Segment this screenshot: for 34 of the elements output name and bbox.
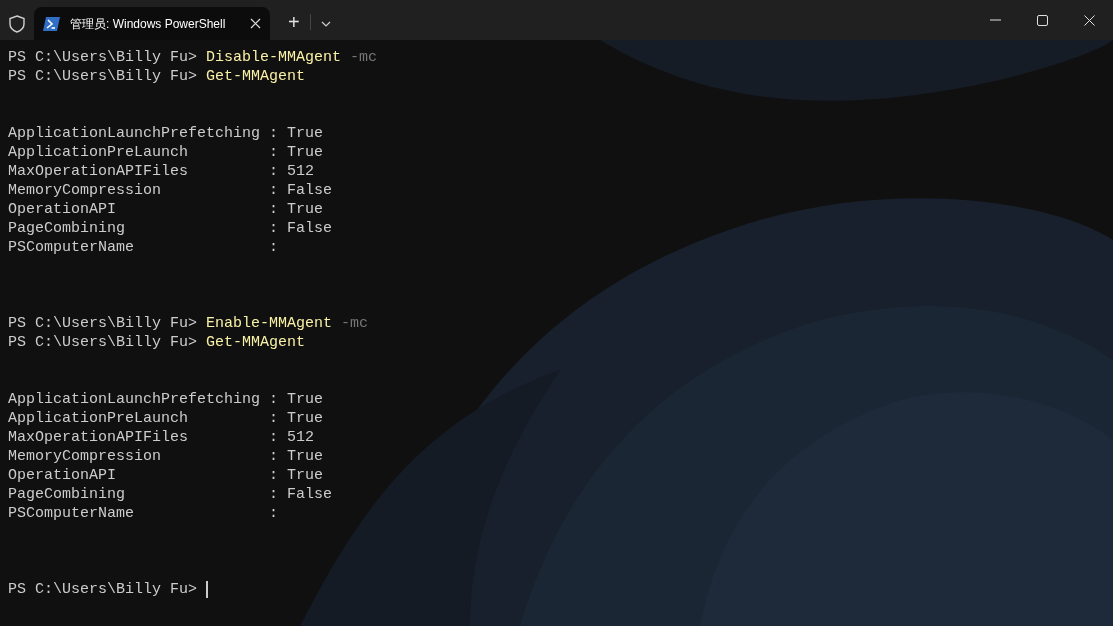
output-text: ApplicationPreLaunch : True	[8, 409, 324, 428]
new-tab-button[interactable]: +	[284, 12, 304, 32]
output-text: PageCombining : False	[8, 485, 333, 504]
output-text: ApplicationPreLaunch : True	[8, 143, 324, 162]
output-text: MemoryCompression : False	[8, 181, 333, 200]
prompt-text: PS C:\Users\Billy Fu>	[8, 67, 198, 86]
command-text: Get-MMAgent	[206, 333, 306, 352]
output-text: ApplicationLaunchPrefetching : True	[8, 390, 324, 409]
prompt-text: PS C:\Users\Billy Fu>	[8, 48, 198, 67]
terminal-tab[interactable]: 管理员: Windows PowerShell	[34, 7, 270, 40]
output-text: ApplicationLaunchPrefetching : True	[8, 124, 324, 143]
output-text: PSComputerName :	[8, 238, 279, 257]
parameter-text: -mc	[341, 314, 369, 333]
output-text: MaxOperationAPIFiles : 512	[8, 428, 315, 447]
output-text: MemoryCompression : True	[8, 447, 324, 466]
shield-icon[interactable]	[9, 15, 25, 33]
chevron-down-icon[interactable]	[320, 21, 331, 27]
command-text: Get-MMAgent	[206, 67, 306, 86]
maximize-icon[interactable]	[1037, 14, 1048, 26]
close-icon[interactable]	[250, 18, 261, 29]
prompt-text: PS C:\Users\Billy Fu>	[8, 314, 198, 333]
command-text: Disable-MMAgent	[206, 48, 342, 67]
output-text: MaxOperationAPIFiles : 512	[8, 162, 315, 181]
prompt-text: PS C:\Users\Billy Fu>	[8, 333, 198, 352]
tab-title: 管理员: Windows PowerShell	[70, 15, 226, 33]
powershell-icon	[43, 15, 61, 32]
output-text: PSComputerName :	[8, 504, 279, 523]
prompt-text: PS C:\Users\Billy Fu>	[8, 580, 198, 599]
output-text: OperationAPI : True	[8, 200, 324, 219]
output-text: OperationAPI : True	[8, 466, 324, 485]
command-text: Enable-MMAgent	[206, 314, 333, 333]
output-text: PageCombining : False	[8, 219, 333, 238]
close-window-icon[interactable]	[1084, 14, 1095, 26]
parameter-text: -mc	[350, 48, 378, 67]
